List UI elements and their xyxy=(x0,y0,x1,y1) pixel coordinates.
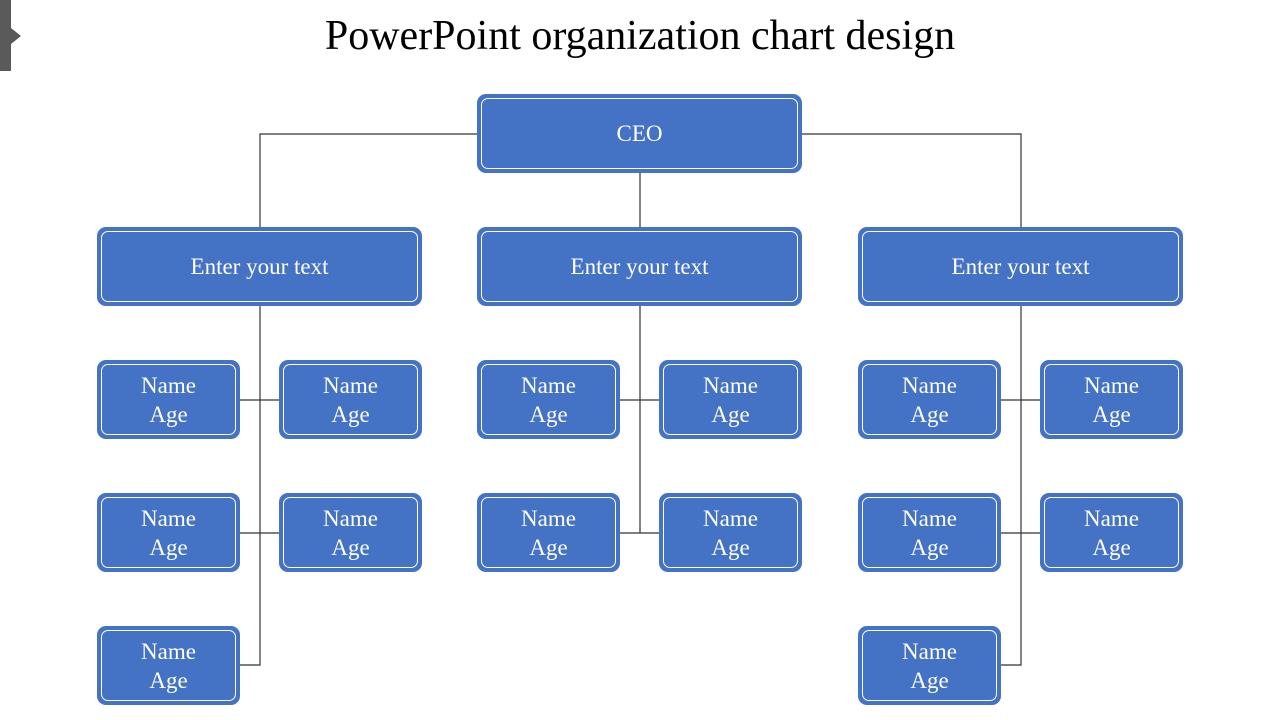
member-age: Age xyxy=(910,534,949,560)
member-age: Age xyxy=(529,534,568,560)
member-name: Name xyxy=(141,505,196,531)
node-member[interactable]: Name Age xyxy=(477,360,620,439)
node-member[interactable]: Name Age xyxy=(279,360,422,439)
node-department-3[interactable]: Enter your text xyxy=(858,227,1183,306)
connector-ceo-right xyxy=(801,133,1022,229)
member-age: Age xyxy=(910,667,949,693)
member-age: Age xyxy=(910,401,949,427)
node-label: Enter your text xyxy=(570,254,709,279)
member-age: Age xyxy=(1092,401,1131,427)
node-member[interactable]: Name Age xyxy=(659,360,802,439)
member-name: Name xyxy=(1084,505,1139,531)
node-label: Enter your text xyxy=(190,254,329,279)
connector-dept3-trunk xyxy=(1000,304,1022,666)
node-member[interactable]: Name Age xyxy=(858,626,1001,705)
member-name: Name xyxy=(1084,372,1139,398)
member-age: Age xyxy=(149,667,188,693)
node-member[interactable]: Name Age xyxy=(858,493,1001,572)
member-name: Name xyxy=(703,372,758,398)
node-member[interactable]: Name Age xyxy=(97,360,240,439)
member-name: Name xyxy=(902,638,957,664)
member-name: Name xyxy=(521,505,576,531)
member-age: Age xyxy=(711,534,750,560)
node-department-1[interactable]: Enter your text xyxy=(97,227,422,306)
node-member[interactable]: Name Age xyxy=(659,493,802,572)
node-member[interactable]: Name Age xyxy=(477,493,620,572)
member-name: Name xyxy=(323,372,378,398)
member-name: Name xyxy=(141,638,196,664)
connector-dept1-trunk xyxy=(239,304,261,666)
connector-ceo-left xyxy=(259,133,479,229)
node-ceo[interactable]: CEO xyxy=(477,94,802,173)
member-age: Age xyxy=(331,534,370,560)
member-age: Age xyxy=(331,401,370,427)
member-name: Name xyxy=(902,372,957,398)
node-member[interactable]: Name Age xyxy=(97,493,240,572)
member-age: Age xyxy=(1092,534,1131,560)
member-name: Name xyxy=(141,372,196,398)
member-age: Age xyxy=(711,401,750,427)
node-label: CEO xyxy=(616,121,663,146)
node-member[interactable]: Name Age xyxy=(858,360,1001,439)
member-age: Age xyxy=(149,401,188,427)
member-name: Name xyxy=(323,505,378,531)
member-age: Age xyxy=(149,534,188,560)
member-name: Name xyxy=(902,505,957,531)
node-member[interactable]: Name Age xyxy=(1040,360,1183,439)
node-member[interactable]: Name Age xyxy=(1040,493,1183,572)
member-name: Name xyxy=(703,505,758,531)
member-name: Name xyxy=(521,372,576,398)
node-label: Enter your text xyxy=(951,254,1090,279)
node-department-2[interactable]: Enter your text xyxy=(477,227,802,306)
node-member[interactable]: Name Age xyxy=(279,493,422,572)
node-member[interactable]: Name Age xyxy=(97,626,240,705)
member-age: Age xyxy=(529,401,568,427)
